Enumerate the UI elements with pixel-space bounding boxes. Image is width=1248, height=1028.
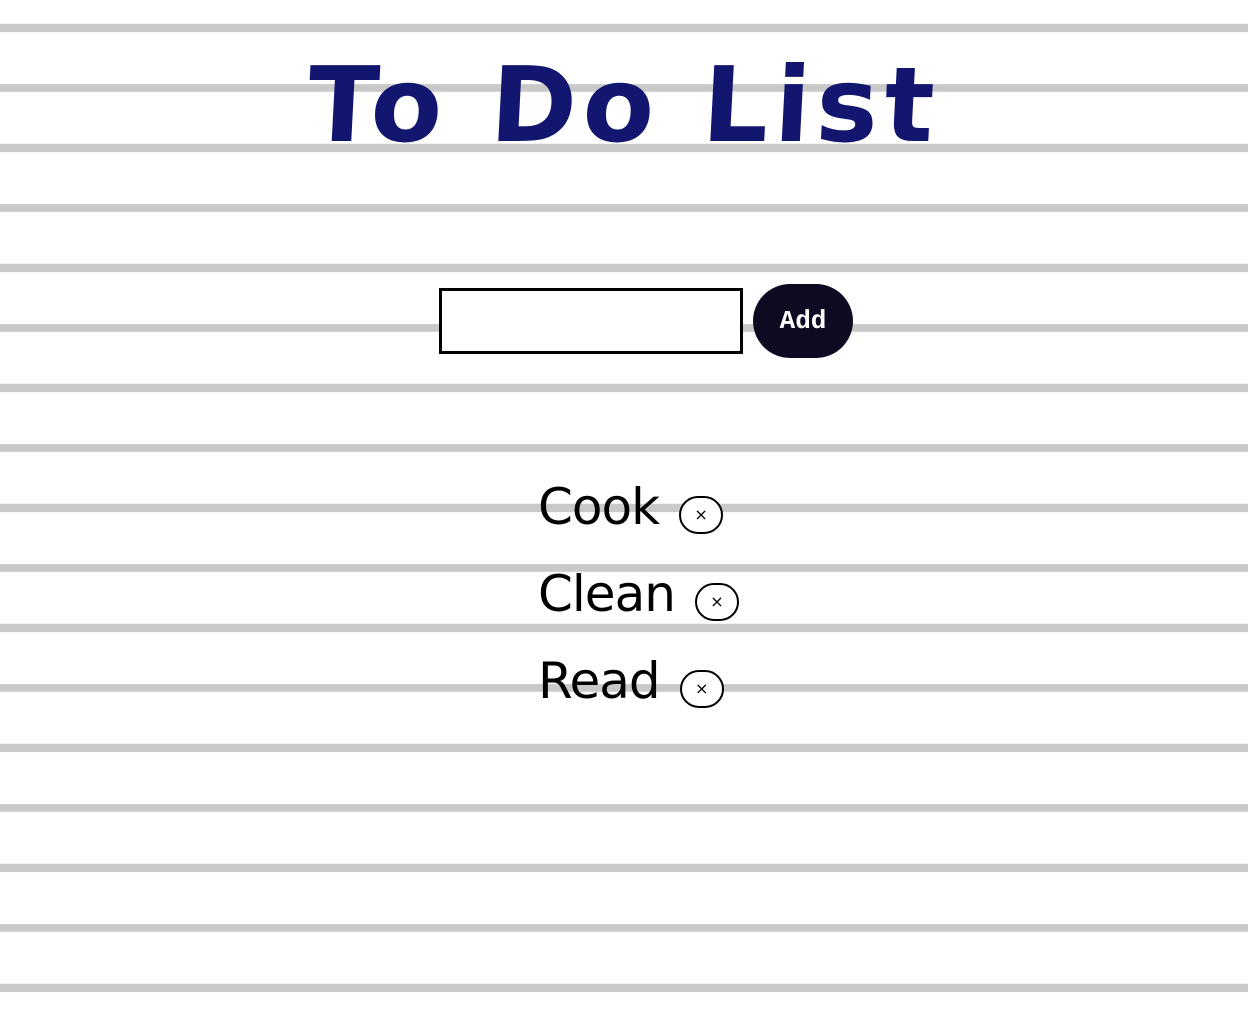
todo-text: Read (538, 652, 661, 710)
todo-text: Clean (538, 565, 676, 623)
delete-button[interactable]: × (679, 669, 724, 708)
page-title: To Do List (304, 44, 944, 166)
add-button[interactable]: Add (753, 284, 853, 358)
list-item: Clean × (538, 551, 739, 638)
delete-button[interactable]: × (694, 582, 739, 621)
close-icon: × (694, 504, 708, 524)
add-todo-form: Add (439, 284, 853, 358)
close-icon: × (694, 678, 709, 698)
todo-text: Cook (538, 478, 660, 536)
list-item: Read × (538, 638, 739, 725)
close-icon: × (710, 591, 724, 611)
todo-list: Cook × Clean × Read × (538, 464, 739, 725)
todo-input[interactable] (439, 288, 743, 354)
list-item: Cook × (538, 464, 739, 551)
delete-button[interactable]: × (679, 495, 724, 534)
